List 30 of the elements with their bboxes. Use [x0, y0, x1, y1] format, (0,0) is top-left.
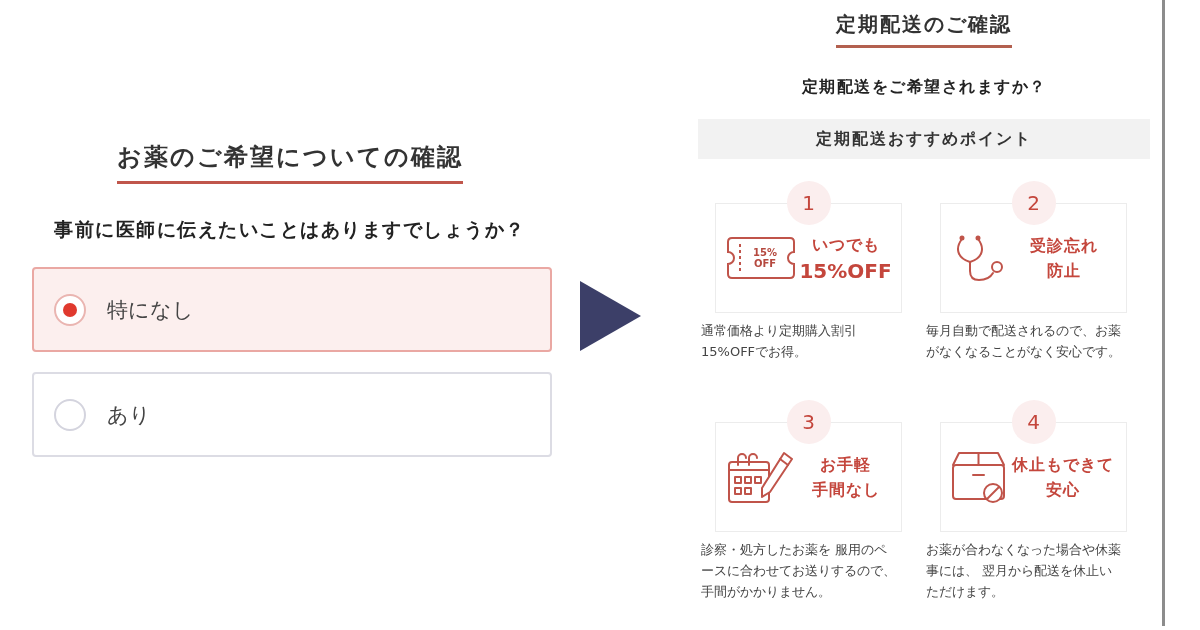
- step-number: 2: [1011, 181, 1056, 225]
- headline-text: 手間なし: [811, 479, 880, 501]
- headline-text: 休止もできて: [1012, 454, 1114, 476]
- answer-option[interactable]: 特になし: [32, 267, 552, 352]
- point-description: 毎月自動で配送されるので、お薬がなくなることがなく安心です。: [926, 322, 1122, 361]
- question-text: 事前に医師に伝えたいことはありますでしょうか？: [54, 217, 526, 242]
- headline-text: お手軽: [820, 454, 871, 476]
- box-prohibited-icon: [951, 450, 1006, 504]
- radio-icon[interactable]: [54, 398, 86, 431]
- point-description: 通常価格より定期購入割引15%OFFでお得。: [701, 322, 858, 361]
- answer-option[interactable]: あり: [32, 372, 552, 457]
- arrow-icon: [580, 281, 641, 351]
- headline-text: いつでも: [811, 233, 880, 256]
- section-title: 定期配送のご確認: [836, 10, 1012, 48]
- recommend-banner: 定期配送おすすめポイント: [698, 119, 1150, 159]
- radio-icon[interactable]: [54, 293, 86, 326]
- headline-text: 受診忘れ: [1030, 235, 1098, 257]
- ticket-text: 15% OFF: [752, 247, 778, 269]
- question-text: 定期配送をご希望されますか？: [801, 76, 1047, 98]
- step-number: 4: [1011, 400, 1056, 444]
- headline-text: 安心: [1046, 479, 1080, 501]
- section-title: お薬のご希望についての確認: [117, 141, 463, 184]
- calendar-pencil-icon: [726, 449, 796, 505]
- point-description: お薬が合わなくなった場合や休薬事には、 翌月から配送を休止いただけます。: [926, 541, 1122, 601]
- headline-text: 15%OFF: [799, 257, 892, 285]
- headline-text: 防止: [1047, 260, 1081, 282]
- ticket-icon: [726, 236, 796, 280]
- step-number: 1: [786, 181, 831, 225]
- step-number: 3: [786, 400, 831, 444]
- point-description: 診察・処方したお薬を 服用のペースに合わせてお送りするので、手間がかかりません。: [701, 541, 897, 601]
